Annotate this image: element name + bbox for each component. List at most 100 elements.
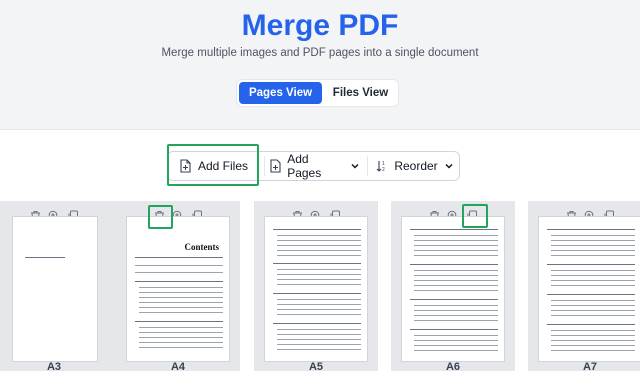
text-line [139,342,223,343]
page-plus-icon [268,159,282,174]
text-line [277,235,361,236]
text-line [414,275,498,276]
header: Merge PDF Merge multiple images and PDF … [0,0,640,130]
text-line [414,310,498,311]
page-card[interactable]: A3 [0,201,116,373]
add-files-button[interactable]: Add Files [178,152,262,180]
text-line [414,285,498,286]
text-line [410,264,498,265]
text-line [414,245,498,246]
text-line [277,240,361,241]
view-toggle: Pages View Files View [236,79,399,107]
page-card[interactable]: A7 [528,201,640,373]
text-line [551,250,635,251]
file-plus-icon [178,159,193,174]
text-line [414,255,498,256]
toolbar-divider [264,156,265,176]
text-line [139,312,223,313]
text-line [414,250,498,251]
text-line [273,263,361,264]
page-label: A6 [445,361,461,373]
text-line [547,324,635,325]
page-thumbnail [401,216,505,362]
text-line [414,305,498,306]
text-line [277,329,361,330]
page-card[interactable]: Contents A4 [116,201,240,373]
reorder-label: Reorder [394,159,438,173]
toolbar-divider [367,156,368,176]
add-files-label: Add Files [198,159,249,173]
files-view-button[interactable]: Files View [325,82,396,104]
text-line [139,302,223,303]
text-line [414,320,498,321]
text-line [551,340,635,341]
page-title: Merge PDF [241,9,399,42]
text-line [551,235,635,236]
text-line [277,269,361,270]
contents-heading: Contents [184,242,219,252]
text-line [414,350,498,351]
text-line [135,281,223,282]
text-line [551,305,635,306]
text-line [414,235,498,236]
text-line [25,257,65,258]
text-line [551,280,635,281]
text-line [277,349,361,350]
text-line [551,270,635,271]
page-label: A3 [46,361,62,373]
page-card[interactable]: A6 [391,201,515,373]
text-line [277,334,361,335]
text-line [277,304,361,305]
text-line [277,274,361,275]
text-line [139,347,223,348]
text-line [551,245,635,246]
text-line [139,337,223,338]
text-line [277,284,361,285]
text-line [135,265,223,266]
text-line [551,345,635,346]
text-line [135,257,223,258]
text-line [551,315,635,316]
page-label: A5 [308,361,324,373]
text-line [410,299,498,300]
text-line [547,294,635,295]
text-line [547,264,635,265]
text-line [277,299,361,300]
pages-view-button[interactable]: Pages View [239,82,322,104]
reorder-button[interactable]: 12 Reorder [376,152,456,180]
sort-icon: 12 [376,159,389,174]
text-line [551,335,635,336]
text-line [135,321,223,322]
add-pages-label: Add Pages [287,152,322,180]
text-line [277,245,361,246]
page-thumbnail [538,216,640,362]
text-line [139,307,223,308]
page-card[interactable]: A5 [254,201,378,373]
text-line [551,240,635,241]
add-pages-button[interactable]: Add Pages [268,152,362,180]
page-subtitle: Merge multiple images and PDF pages into… [161,47,479,59]
page-label: A7 [582,361,598,373]
text-line [414,340,498,341]
text-line [547,229,635,230]
text-line [551,275,635,276]
toolbar: Add Files Add Pages 12 Reorder [167,151,460,181]
text-line [410,329,498,330]
text-line [273,323,361,324]
text-line [551,350,635,351]
text-line [273,293,361,294]
text-line [414,240,498,241]
page-label: A4 [170,361,186,373]
page-thumbnail [264,216,368,362]
text-line [277,250,361,251]
text-line [277,279,361,280]
text-line [414,345,498,346]
text-line [414,335,498,336]
text-line [277,309,361,310]
page-thumbnail: Contents [126,216,230,362]
page-thumbnail [12,216,98,362]
text-line [551,300,635,301]
text-line [277,344,361,345]
text-line [277,339,361,340]
text-line [414,280,498,281]
